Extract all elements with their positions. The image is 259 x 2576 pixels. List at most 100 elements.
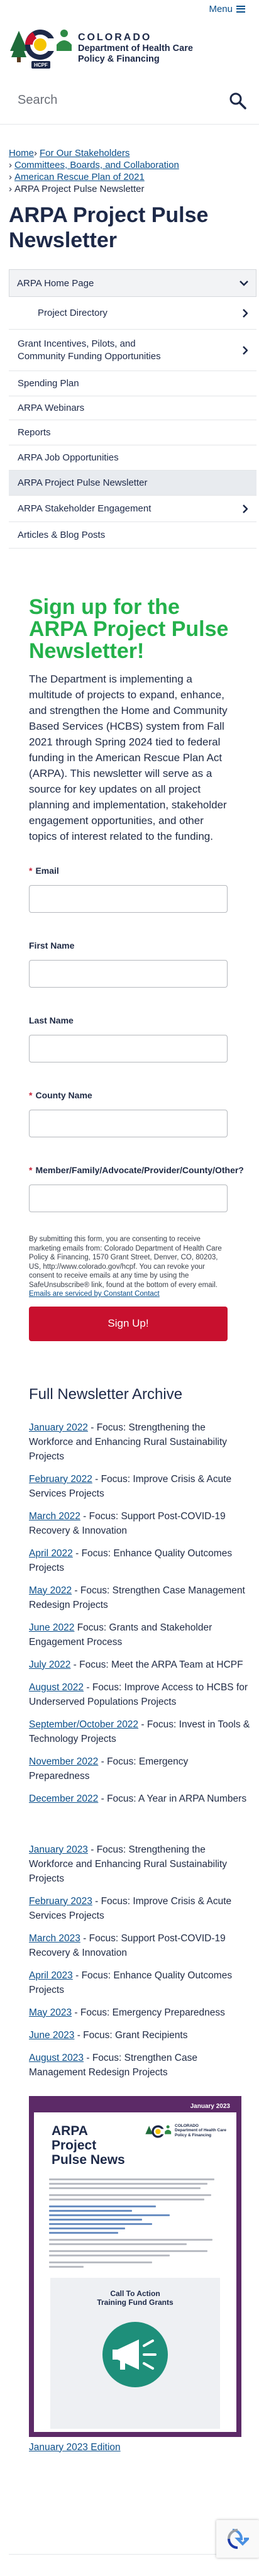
role-field-group: * Member/Family/Advocate/Provider/County/… — [29, 1165, 244, 1212]
signup-intro: The Department is implementing a multitu… — [29, 673, 228, 842]
brand-state: COLORADO — [78, 32, 152, 43]
archive-entry-link[interactable]: June 2022 — [29, 1622, 74, 1633]
archive-entry: February 2022 - Focus: Improve Crisis & … — [29, 1472, 250, 1501]
archive-entry-link[interactable]: February 2023 — [29, 1896, 92, 1907]
consent-text: By submitting this form, you are consent… — [29, 1235, 222, 1298]
breadcrumb-item: › Committees, Boards, and Collaboration — [9, 160, 179, 170]
archive-entry-link[interactable]: July 2022 — [29, 1659, 70, 1670]
page-title: ARPA Project Pulse Newsletter — [9, 203, 209, 252]
site-brand[interactable]: HCPF COLORADO Department of Health Care … — [0, 18, 259, 77]
search-bar — [0, 77, 259, 125]
role-field[interactable] — [29, 1185, 228, 1212]
preview-title: ARPA Project Pulse News — [52, 2123, 125, 2167]
menu-button[interactable]: Menu — [209, 4, 245, 14]
archive-entry-link[interactable]: April 2022 — [29, 1548, 73, 1559]
breadcrumb: Home› For Our Stakeholders › Committees, B… — [0, 125, 259, 195]
archive-entry-focus: - Focus: A Year in ARPA Numbers — [98, 1793, 247, 1804]
archive-entry-link[interactable]: August 2023 — [29, 2053, 84, 2063]
preview-call-to-action: Call To Action Training Fund Grants — [50, 2277, 220, 2429]
archive-entry-link[interactable]: December 2022 — [29, 1793, 98, 1804]
archive-entry-focus: - Focus: Grant Recipients — [74, 2029, 188, 2041]
breadcrumb-item: › ARPA Project Pulse Newsletter — [9, 184, 145, 194]
top-menu-bar: Menu — [0, 0, 259, 18]
archive-entry: April 2023 - Focus: Enhance Quality Outc… — [29, 1968, 250, 1997]
subnav-item-project-directory[interactable]: Project Directory — [9, 297, 256, 330]
edition-link[interactable]: January 2023 Edition — [29, 2442, 121, 2453]
county-field[interactable] — [29, 1110, 228, 1137]
archive-entry-link[interactable]: February 2022 — [29, 1474, 92, 1485]
subnav-item-newsletter[interactable]: ARPA Project Pulse Newsletter — [9, 471, 256, 496]
megaphone-icon — [102, 2321, 168, 2387]
signup-button[interactable]: Sign Up! — [29, 1306, 228, 1341]
archive-entry-focus: - Focus: Emergency Preparedness — [72, 2007, 225, 2018]
breadcrumb-link-arp[interactable]: American Rescue Plan of 2021 — [14, 172, 145, 182]
hamburger-icon — [236, 5, 245, 13]
first-name-field-group: First Name — [29, 940, 230, 988]
chevron-down-icon — [240, 281, 248, 286]
role-label: Member/Family/Advocate/Provider/County/O… — [35, 1165, 244, 1175]
subnav-item-articles[interactable]: Articles & Blog Posts — [9, 522, 256, 549]
archive-entry: December 2022 - Focus: A Year in ARPA Nu… — [29, 1792, 250, 1806]
archive-entry-link[interactable]: September/October 2022 — [29, 1719, 138, 1730]
archive-entry-link[interactable]: August 2022 — [29, 1682, 84, 1693]
footer-divider — [9, 2553, 250, 2555]
archive-entry-link[interactable]: April 2023 — [29, 1970, 73, 1981]
archive-entry-link[interactable]: May 2022 — [29, 1585, 72, 1596]
newsletter-archive: Full Newsletter Archive January 2022 - F… — [0, 1341, 259, 2080]
archive-entry: November 2022 - Focus: Emergency Prepare… — [29, 1754, 250, 1783]
newsletter-preview-image[interactable]: January 2023 ARPA Project Pulse News COL… — [29, 2095, 241, 2437]
archive-entry: April 2022 - Focus: Enhance Quality Outc… — [29, 1546, 250, 1575]
archive-entry: August 2023 - Focus: Strengthen Case Man… — [29, 2051, 250, 2080]
newsletter-signup-form: Sign up for the ARPA Project Pulse Newsl… — [0, 596, 259, 1341]
archive-entry-link[interactable]: May 2023 — [29, 2007, 72, 2018]
search-input[interactable] — [18, 93, 229, 108]
required-marker: * — [29, 1090, 33, 1100]
recaptcha-badge[interactable] — [216, 2520, 259, 2558]
archive-entry-link[interactable]: June 2023 — [29, 2030, 74, 2041]
required-marker: * — [29, 1165, 33, 1175]
search-icon[interactable] — [229, 92, 246, 109]
email-field-group: * Email — [29, 866, 230, 913]
archive-entry-link[interactable]: January 2022 — [29, 1422, 88, 1433]
first-name-label: First Name — [29, 940, 75, 951]
signup-heading: Sign up for the ARPA Project Pulse Newsl… — [29, 595, 229, 663]
first-name-field[interactable] — [29, 960, 228, 988]
chevron-right-icon — [243, 308, 248, 318]
archive-entry-link[interactable]: January 2023 — [29, 1844, 88, 1855]
last-name-field[interactable] — [29, 1035, 228, 1062]
recaptcha-icon — [228, 2529, 249, 2549]
subnav-item-stakeholder-engagement[interactable]: ARPA Stakeholder Engagement — [9, 496, 256, 522]
breadcrumb-current: ARPA Project Pulse Newsletter — [14, 184, 145, 194]
archive-heading: Full Newsletter Archive — [29, 1385, 183, 1403]
archive-entry-link[interactable]: March 2022 — [29, 1511, 80, 1522]
subnav-item-webinars[interactable]: ARPA Webinars — [9, 396, 256, 420]
county-label: County Name — [35, 1090, 92, 1100]
subnav-item-reports[interactable]: Reports — [9, 420, 256, 445]
last-name-field-group: Last Name — [29, 1015, 230, 1062]
logo-badge-text: HCPF — [34, 62, 48, 68]
breadcrumb-link-home[interactable]: Home — [9, 148, 34, 159]
colorado-hcpf-logo — [145, 2125, 172, 2138]
subnav-item-spending-plan[interactable]: Spending Plan — [9, 371, 256, 396]
menu-label: Menu — [209, 3, 233, 14]
archive-entry: March 2022 - Focus: Support Post-COVID-1… — [29, 1509, 250, 1538]
archive-entry: May 2022 - Focus: Strengthen Case Manage… — [29, 1583, 250, 1612]
archive-entry-link[interactable]: March 2023 — [29, 1933, 80, 1944]
brand-dept-line2: Policy & Financing — [78, 54, 160, 64]
subnav-item-job-opportunities[interactable]: ARPA Job Opportunities — [9, 445, 256, 471]
subnav-item-grant-incentives[interactable]: Grant Incentives, Pilots, and Community … — [9, 330, 256, 371]
breadcrumb-link-stakeholders[interactable]: For Our Stakeholders — [40, 148, 130, 159]
chevron-right-icon — [243, 345, 248, 355]
breadcrumb-link-committees[interactable]: Committees, Boards, and Collaboration — [14, 160, 179, 170]
preview-body-text — [34, 2167, 236, 2268]
archive-entry: March 2023 - Focus: Support Post-COVID-1… — [29, 1931, 250, 1960]
archive-entry-link[interactable]: November 2022 — [29, 1756, 98, 1767]
subnav-top-label: ARPA Home Page — [17, 277, 94, 289]
subnav-toggle-arpa-home[interactable]: ARPA Home Page — [9, 269, 256, 297]
archive-list-2022: January 2022 - Focus: Strengthening the … — [29, 1420, 250, 1806]
email-label: Email — [35, 866, 59, 876]
breadcrumb-item: Home› For Our Stakeholders — [9, 148, 130, 159]
email-field[interactable] — [29, 885, 228, 913]
constant-contact-link[interactable]: Emails are serviced by Constant Contact — [29, 1290, 160, 1298]
brand-dept-line1: Department of Health Care — [78, 43, 193, 53]
